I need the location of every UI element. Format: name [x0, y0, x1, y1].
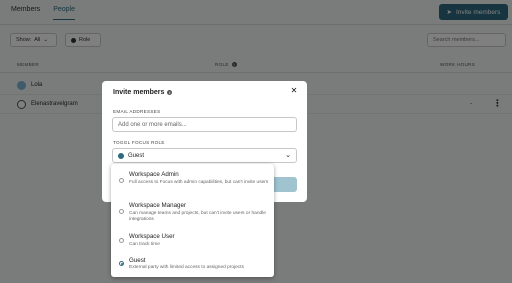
role-dropdown-menu: Workspace Admin Full access to Focus wit… [111, 164, 274, 277]
role-option-description: Can manage teams and projects, but can't… [129, 211, 266, 222]
role-option-title: Workspace User [129, 233, 175, 240]
email-field[interactable]: Add one or more emails... [112, 117, 297, 132]
radio-button[interactable] [119, 209, 124, 214]
role-select[interactable]: Guest ⌄ [112, 148, 297, 163]
role-option-workspace-user[interactable]: Workspace User Can track time [111, 233, 274, 249]
close-icon[interactable]: ✕ [289, 86, 299, 96]
role-color-dot [118, 152, 124, 159]
role-select-value: Guest [128, 152, 145, 159]
modal-title-text: Invite members [113, 89, 165, 96]
role-option-title: Guest [129, 257, 146, 264]
role-option-guest[interactable]: Guest External party with limited access… [111, 257, 274, 273]
radio-button[interactable] [119, 178, 124, 183]
radio-button[interactable] [119, 238, 124, 243]
role-option-description: External party with limited access to as… [129, 265, 244, 270]
chevron-down-icon: ⌄ [285, 152, 291, 159]
email-addresses-label: EMAIL ADDRESSES [113, 109, 161, 114]
role-option-title: Workspace Manager [129, 202, 186, 209]
role-label: TOGGL FOCUS ROLE [113, 140, 165, 145]
modal-title: Invite members i [113, 89, 173, 96]
info-icon: i [167, 90, 173, 95]
role-option-description: Can track time [129, 242, 160, 247]
role-option-description: Full access to Focus with admin capabili… [129, 180, 269, 185]
radio-button-selected[interactable] [119, 261, 124, 266]
role-option-workspace-manager[interactable]: Workspace Manager Can manage teams and p… [111, 202, 274, 228]
role-option-title: Workspace Admin [129, 171, 179, 178]
role-option-workspace-admin[interactable]: Workspace Admin Full access to Focus wit… [111, 171, 274, 197]
